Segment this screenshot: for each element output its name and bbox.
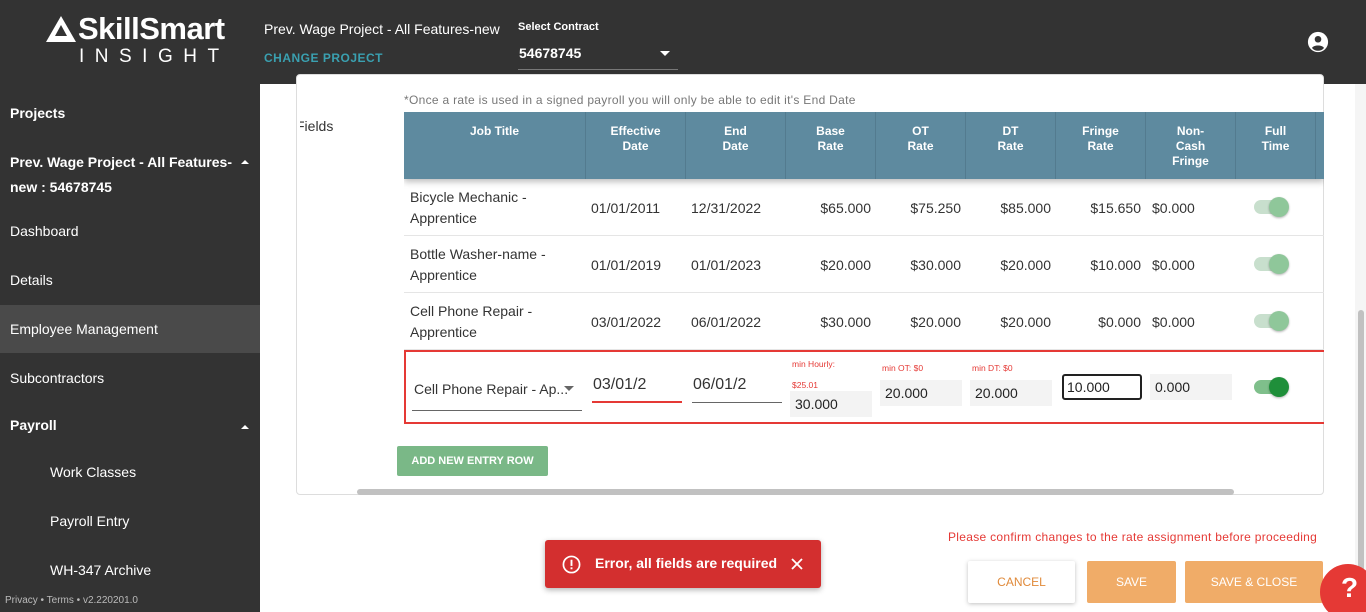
job-title-select-value: Cell Phone Repair - Ap... <box>414 381 569 397</box>
effective-date-input[interactable]: 03/01/2 <box>592 376 682 403</box>
column-header-effective-date: Effective Date <box>586 112 686 179</box>
sidebar-item-wh347-archive[interactable]: WH-347 Archive <box>0 562 260 578</box>
confirm-changes-message: Please confirm changes to the rate assig… <box>948 530 1318 544</box>
change-project-link[interactable]: CHANGE PROJECT <box>264 51 383 65</box>
cell-base-rate: $20.000 <box>820 256 871 273</box>
sidebar-item-work-classes[interactable]: Work Classes <box>0 464 260 480</box>
cell-job-title: Bottle Washer-name - Apprentice <box>410 245 546 283</box>
column-header-fringe-rate: Fringe Rate <box>1056 112 1146 179</box>
fields-label: Fields <box>296 118 334 134</box>
sidebar-current-project-label: Prev. Wage Project - All Features-new : … <box>10 154 232 195</box>
toggle-knob <box>1269 197 1289 217</box>
table-header: Job Title Effective Date End Date Base R… <box>404 112 1324 179</box>
logo-subtitle: INSIGHT <box>79 46 230 67</box>
cell-end-date: 01/01/2023 <box>691 256 762 273</box>
top-bar: SkillSmart INSIGHT Prev. Wage Project - … <box>0 0 1366 84</box>
column-header-base-rate: Base Rate <box>786 112 876 179</box>
full-time-toggle[interactable] <box>1254 197 1289 217</box>
full-time-toggle[interactable] <box>1254 311 1289 331</box>
cell-effective-date: 01/01/2011 <box>591 199 661 216</box>
close-icon[interactable] <box>790 557 804 571</box>
chevron-down-icon <box>564 386 574 391</box>
column-header-non-cash-fringe: Non-Cash Fringe <box>1146 112 1236 179</box>
end-date-input[interactable]: 06/01/2 <box>692 376 782 403</box>
new-entry-row: Cell Phone Repair - Ap... 03/01/2 06/01/… <box>404 350 1324 424</box>
logo-text: SkillSmart <box>78 11 225 46</box>
min-ot-label: min OT: $0 <box>882 363 924 373</box>
cell-job-title: Cell Phone Repair - Apprentice <box>410 302 533 340</box>
full-time-toggle[interactable] <box>1254 377 1289 397</box>
base-rate-input[interactable]: 30.000 <box>790 391 872 417</box>
sidebar-item-details[interactable]: Details <box>0 272 260 288</box>
column-header-dt-rate: DT Rate <box>966 112 1056 179</box>
save-button[interactable]: SAVE <box>1087 561 1176 603</box>
chevron-down-icon <box>660 51 670 56</box>
column-header-ot-rate: OT Rate <box>876 112 966 179</box>
sidebar-item-dashboard[interactable]: Dashboard <box>0 223 260 239</box>
dt-rate-input[interactable]: 20.000 <box>970 380 1052 406</box>
cell-base-rate: $65.000 <box>820 199 871 216</box>
chevron-up-icon <box>241 425 249 429</box>
rates-table: Job Title Effective Date End Date Base R… <box>404 112 1324 424</box>
non-cash-fringe-input[interactable]: 0.000 <box>1150 374 1232 400</box>
project-name: Prev. Wage Project - All Features-new <box>264 21 500 37</box>
sidebar-item-employee-management[interactable]: Employee Management <box>0 305 260 353</box>
rate-edit-notice: *Once a rate is used in a signed payroll… <box>404 93 856 107</box>
table-row[interactable]: Cell Phone Repair - Apprentice 03/01/202… <box>404 293 1324 350</box>
toggle-knob <box>1269 311 1289 331</box>
column-header-full-time: Full Time <box>1236 112 1316 179</box>
contract-select[interactable]: 54678745 <box>518 40 678 70</box>
toggle-knob <box>1269 377 1289 397</box>
cell-effective-date: 03/01/2022 <box>591 313 662 330</box>
cell-end-date: 12/31/2022 <box>691 199 762 216</box>
toggle-knob <box>1269 254 1289 274</box>
min-dt-label: min DT: $0 <box>972 363 1013 373</box>
cell-fringe-rate: $10.000 <box>1090 256 1141 273</box>
job-title-select[interactable]: Cell Phone Repair - Ap... <box>412 375 582 411</box>
sidebar-item-payroll-entry[interactable]: Payroll Entry <box>0 513 260 529</box>
cell-job-title: Bicycle Mechanic - Apprentice <box>410 188 527 226</box>
sidebar-item-projects[interactable]: Projects <box>0 105 260 121</box>
min-hourly-label: min Hourly: $25.01 <box>792 359 835 390</box>
contract-label: Select Contract <box>518 21 599 33</box>
cell-ot-rate: $30.000 <box>910 256 961 273</box>
add-new-entry-row-button[interactable]: ADD NEW ENTRY ROW <box>397 446 548 476</box>
save-and-close-button[interactable]: SAVE & CLOSE <box>1185 561 1323 603</box>
table-row[interactable]: Bicycle Mechanic - Apprentice 01/01/2011… <box>404 179 1324 236</box>
horizontal-scrollbar[interactable] <box>357 489 1234 495</box>
sidebar-footer[interactable]: Privacy • Terms • v2.220201.0 <box>5 595 138 606</box>
error-toast: Error, all fields are required <box>545 540 821 588</box>
cell-effective-date: 01/01/2019 <box>591 256 662 273</box>
ot-rate-input[interactable]: 20.000 <box>880 380 962 406</box>
column-header-end-date: End Date <box>686 112 786 179</box>
logo: SkillSmart INSIGHT <box>46 11 230 68</box>
cell-dt-rate: $20.000 <box>1000 313 1051 330</box>
cell-ot-rate: $20.000 <box>910 313 961 330</box>
full-time-toggle[interactable] <box>1254 254 1289 274</box>
cell-dt-rate: $20.000 <box>1000 256 1051 273</box>
cell-non-cash-fringe: $0.000 <box>1152 256 1195 273</box>
sidebar-item-payroll[interactable]: Payroll <box>0 417 260 433</box>
chevron-up-icon <box>241 160 249 164</box>
cell-dt-rate: $85.000 <box>1000 199 1051 216</box>
cell-ot-rate: $75.250 <box>910 199 961 216</box>
sidebar-item-subcontractors[interactable]: Subcontractors <box>0 370 260 386</box>
cell-base-rate: $30.000 <box>820 313 871 330</box>
sidebar: Projects Prev. Wage Project - All Featur… <box>0 84 260 612</box>
cell-end-date: 06/01/2022 <box>691 313 762 330</box>
contract-value: 54678745 <box>519 45 582 61</box>
error-icon <box>562 555 581 574</box>
cell-fringe-rate: $15.650 <box>1090 199 1141 216</box>
cell-non-cash-fringe: $0.000 <box>1152 199 1195 216</box>
account-icon[interactable] <box>1307 31 1329 53</box>
error-toast-message: Error, all fields are required <box>595 555 778 571</box>
column-header-job-title: Job Title <box>404 112 586 179</box>
fringe-rate-input[interactable]: 10.000 <box>1062 374 1142 400</box>
cell-fringe-rate: $0.000 <box>1098 313 1141 330</box>
cell-non-cash-fringe: $0.000 <box>1152 313 1195 330</box>
cancel-button[interactable]: CANCEL <box>968 561 1075 603</box>
logo-triangle-icon <box>46 16 76 42</box>
table-row[interactable]: Bottle Washer-name - Apprentice 01/01/20… <box>404 236 1324 293</box>
sidebar-item-current-project[interactable]: Prev. Wage Project - All Features-new : … <box>0 150 240 200</box>
